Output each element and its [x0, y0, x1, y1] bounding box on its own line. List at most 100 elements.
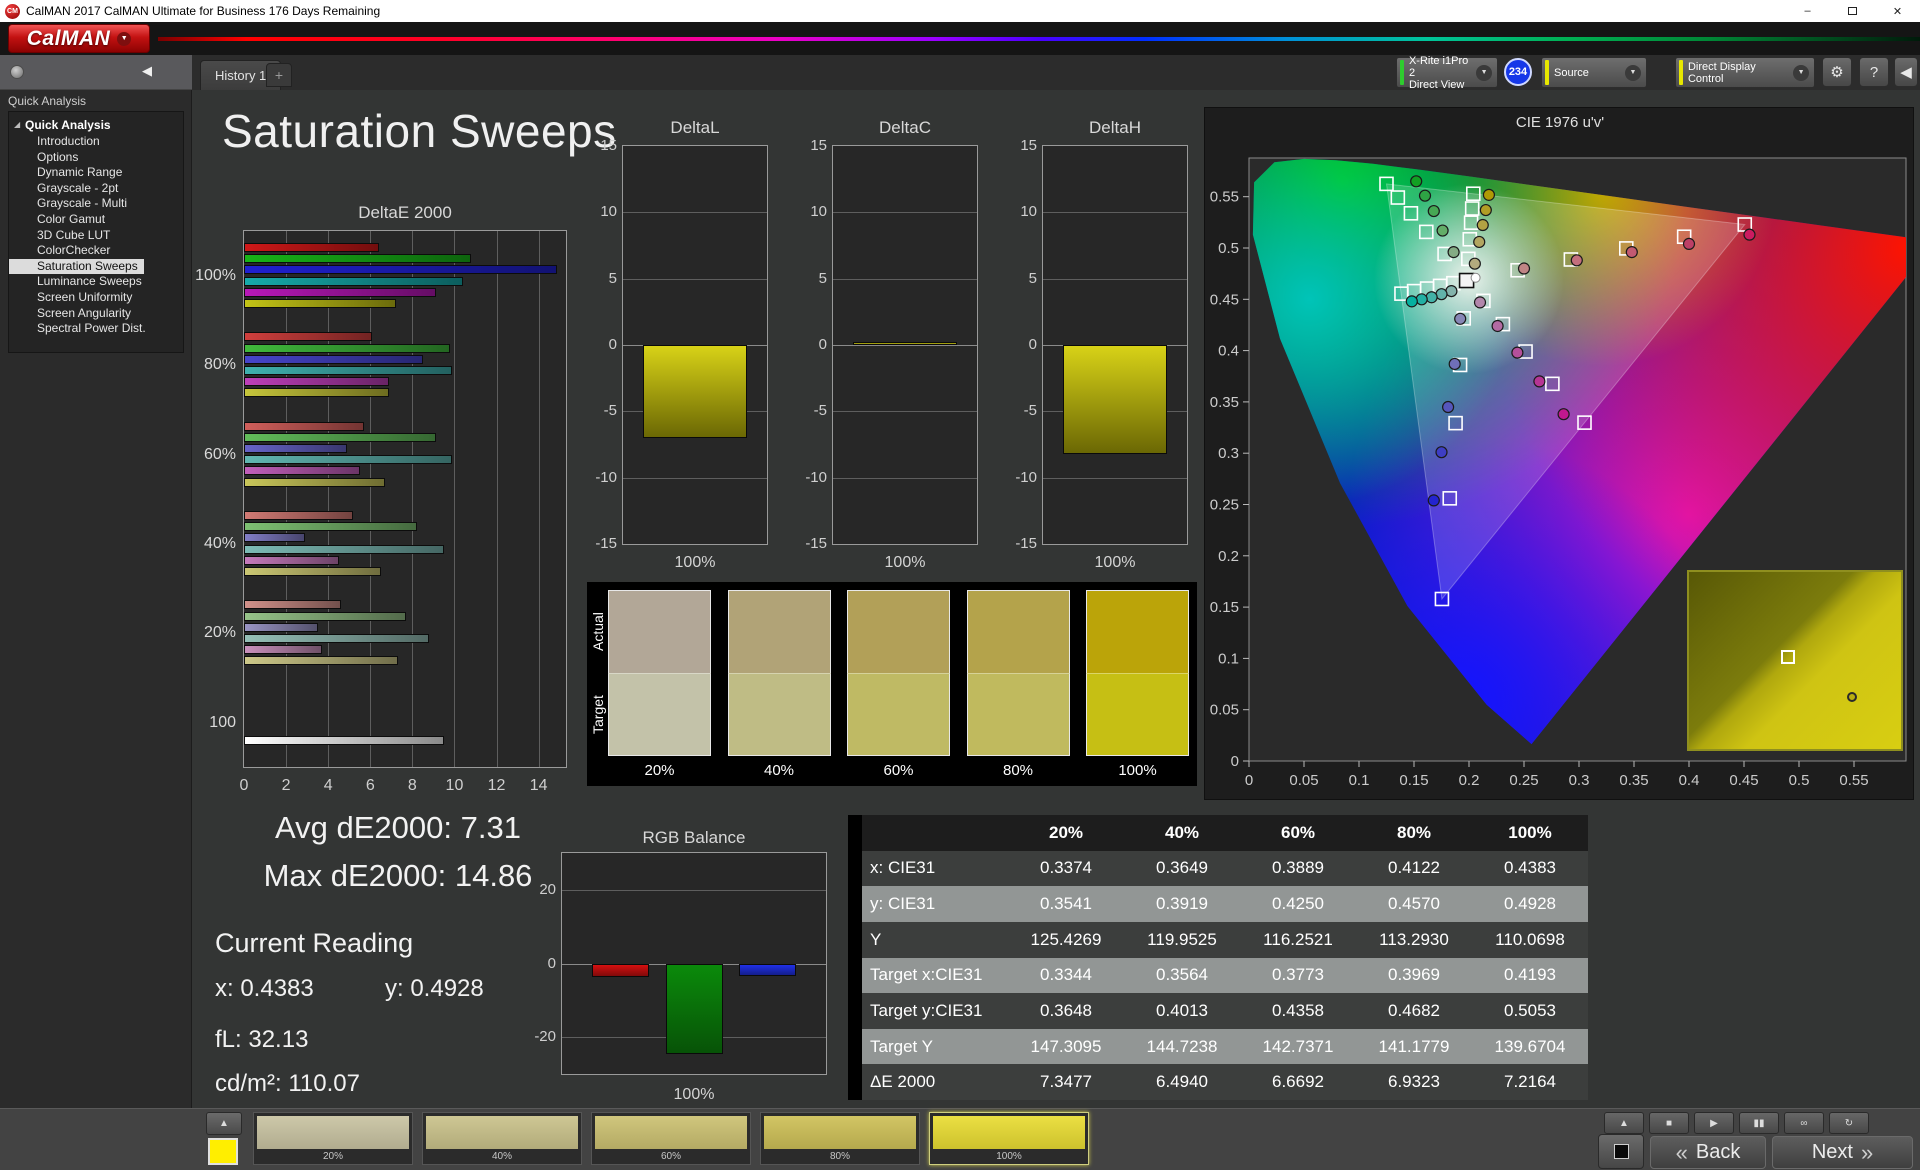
table-cell: 113.2930	[1379, 929, 1449, 949]
measured-point-blue	[1442, 400, 1455, 414]
sidebar-item-screen-angularity[interactable]: Screen Angularity	[9, 306, 183, 322]
row-label: Target Y	[870, 1036, 934, 1056]
table-cell: 0.3374	[1040, 858, 1092, 878]
settings-button[interactable]: ⚙	[1822, 57, 1852, 87]
patch-button-80%[interactable]: 80%	[760, 1112, 920, 1165]
workflow-tree: ◢ Quick Analysis Introduction Options Dyna…	[8, 111, 184, 353]
current-x-value: x: 0.4383	[215, 975, 314, 1002]
measured-point-green	[1447, 246, 1460, 259]
sidebar-item-3d-cube-lut[interactable]: 3D Cube LUT	[9, 228, 183, 244]
next-button[interactable]: Next »	[1772, 1136, 1913, 1169]
measured-point-yellow	[1479, 203, 1492, 217]
transport-loop-button[interactable]: ∞	[1784, 1112, 1824, 1134]
measured-point-cyan	[1425, 291, 1438, 304]
bar-red	[244, 243, 379, 252]
y-tick-label: -5	[603, 402, 617, 420]
group-label: 80%	[203, 356, 236, 374]
sidebar-item-options[interactable]: Options	[9, 150, 183, 166]
app-band: CalMAN ▼	[0, 22, 1920, 55]
help-button[interactable]: ?	[1859, 57, 1889, 87]
display-control-dropdown[interactable]: Direct Display Control ▼	[1675, 57, 1815, 88]
refresh-icon: ↻	[1844, 1117, 1854, 1129]
source-dropdown[interactable]: Source ▼	[1541, 57, 1647, 88]
x-axis-label: 100%	[1094, 554, 1136, 571]
chevron-double-left-icon: «	[1675, 1139, 1688, 1165]
table-cell: 0.3648	[1040, 1000, 1092, 1020]
chevron-double-right-icon: »	[1860, 1139, 1874, 1165]
stop-icon	[1613, 1144, 1629, 1159]
tree-root-quick-analysis[interactable]: ◢ Quick Analysis	[9, 116, 183, 134]
sidebar-collapse-icon[interactable]: ◀	[142, 63, 152, 79]
cie-zoom-inset	[1687, 570, 1903, 751]
bar-blue	[244, 354, 423, 364]
x-axis-label: 100%	[884, 554, 926, 571]
sidebar-item-screen-uniformity[interactable]: Screen Uniformity	[9, 290, 183, 306]
sidebar-item-saturation-sweeps[interactable]: Saturation Sweeps	[9, 258, 144, 275]
transport-stop-button[interactable]: ■	[1649, 1112, 1689, 1134]
sidebar-item-color-gamut[interactable]: Color Gamut	[9, 212, 183, 228]
meter-dropdown[interactable]: X-Rite i1Pro 2 Direct View ▼	[1396, 55, 1498, 91]
measured-point-yellow	[1473, 235, 1486, 249]
gridline	[454, 231, 456, 767]
bar-magenta	[244, 645, 322, 655]
sidebar-item-introduction[interactable]: Introduction	[9, 134, 183, 150]
sidebar-item-dynamic-range[interactable]: Dynamic Range	[9, 165, 183, 181]
maximize-button[interactable]	[1830, 0, 1875, 22]
patch-button-40%[interactable]: 40%	[422, 1112, 582, 1165]
sidebar-item-grayscale-multi[interactable]: Grayscale - Multi	[9, 196, 183, 212]
gridline	[833, 278, 977, 280]
table-cell: 125.4269	[1030, 929, 1102, 949]
deltah-chart: 15 10 5 0 -5 -10 -15 100%	[1015, 137, 1188, 571]
y-tick-label: 0	[1028, 336, 1037, 353]
patch-button-60%[interactable]: 60%	[591, 1112, 751, 1165]
measured-point-blue	[1435, 446, 1448, 459]
table-left-strip	[848, 1064, 862, 1100]
y-tick-label: 0	[547, 954, 556, 972]
bar-red	[244, 332, 373, 342]
table-row: Target y:CIE31 0.3648 0.4013 0.4358 0.4682 0.…	[848, 993, 1588, 1029]
table-cell: 0.4570	[1388, 894, 1440, 914]
y-tick-label: -15	[595, 535, 617, 552]
y-tick-label: 10	[600, 203, 617, 221]
transport-eject-button[interactable]: ▲	[1604, 1112, 1644, 1134]
bar-yellow	[244, 388, 390, 398]
sidebar-item-spectral-power-dist[interactable]: Spectral Power Dist.	[9, 321, 183, 337]
bar-blue	[244, 533, 306, 543]
gridline	[1043, 212, 1187, 214]
patch-window-button[interactable]: ▲	[206, 1112, 242, 1135]
meter-status-bar	[1400, 60, 1404, 85]
play-icon: ▶	[1710, 1117, 1718, 1129]
back-button[interactable]: « Back	[1650, 1136, 1766, 1169]
patch-button-20%[interactable]: 20%	[253, 1112, 413, 1165]
sidebar-item-grayscale-2pt[interactable]: Grayscale - 2pt	[9, 181, 183, 197]
table-cell: 0.3919	[1156, 894, 1208, 914]
transport-play-button[interactable]: ▶	[1694, 1112, 1734, 1134]
measured-point-cyan	[1415, 293, 1428, 306]
table-header-row: 20% 40% 60% 80% 100%	[848, 815, 1588, 851]
table-row: Target x:CIE31 0.3344 0.3564 0.3773 0.3969 0.…	[848, 957, 1588, 994]
sidebar: Quick Analysis ◢ Quick Analysis Introduc…	[0, 90, 192, 1108]
svg-text:0.4: 0.4	[1679, 772, 1700, 789]
calman-logo-menu[interactable]: CalMAN ▼	[8, 24, 150, 53]
display-status-bar	[1679, 60, 1683, 85]
sidebar-item-luminance-sweeps[interactable]: Luminance Sweeps	[9, 274, 183, 290]
panel-collapse-button[interactable]: ◀	[1894, 57, 1918, 87]
table-cell: 6.4940	[1156, 1072, 1208, 1092]
workflow-dot-icon[interactable]	[10, 65, 24, 79]
minimize-button[interactable]: –	[1785, 0, 1830, 22]
measured-point-blue	[1448, 357, 1461, 371]
stop-button[interactable]	[1598, 1134, 1644, 1169]
svg-text:0.1: 0.1	[1349, 772, 1370, 789]
transport-pause-button[interactable]: ▮▮	[1739, 1112, 1779, 1134]
svg-text:0.35: 0.35	[1210, 394, 1239, 411]
tab-add-button[interactable]: +	[266, 63, 292, 87]
sidebar-item-colorchecker[interactable]: ColorChecker	[9, 243, 183, 259]
meter-count-badge[interactable]: 234	[1504, 58, 1532, 86]
patch-button-100%[interactable]: 100%	[929, 1112, 1089, 1165]
close-button[interactable]: ✕	[1875, 0, 1920, 22]
table-row: Y 125.4269 119.9525 116.2521 113.2930 110.069…	[848, 921, 1588, 958]
column-header-20%: 20%	[1048, 822, 1084, 842]
y-tick-label: -5	[813, 402, 827, 420]
pause-icon: ▮▮	[1753, 1117, 1765, 1129]
transport-refresh-button[interactable]: ↻	[1829, 1112, 1869, 1134]
